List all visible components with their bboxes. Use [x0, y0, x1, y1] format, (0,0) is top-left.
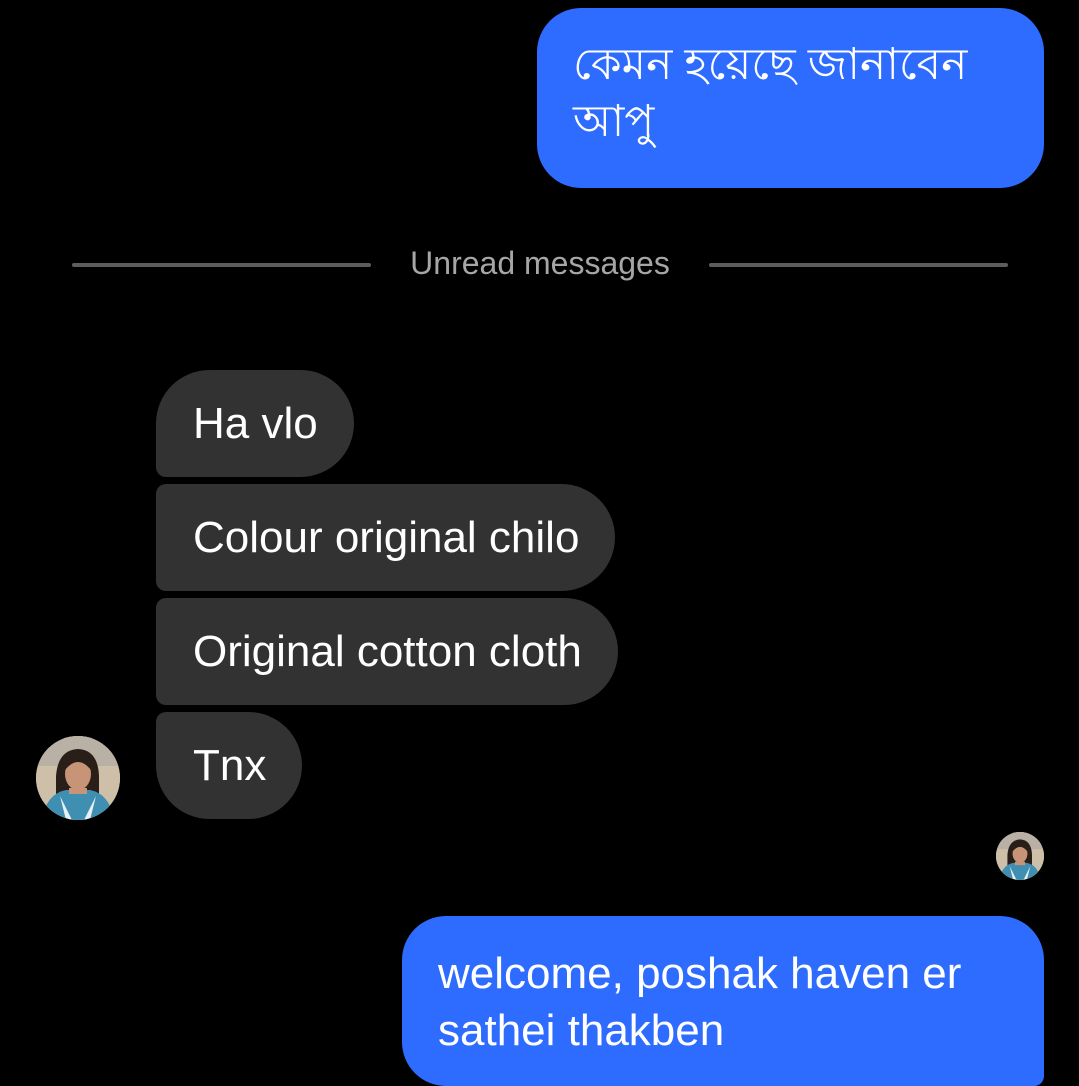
outgoing-message-bubble[interactable]: কেমন হয়েছে জানাবেন আপু — [537, 8, 1044, 188]
message-text-line: আপু — [573, 97, 655, 146]
sender-avatar-icon[interactable] — [36, 736, 120, 820]
incoming-message-bubble[interactable]: Ha vlo — [156, 370, 354, 477]
incoming-message-bubble[interactable]: Tnx — [156, 712, 303, 819]
outgoing-message-bubble[interactable]: welcome, poshak haven er sathei thakben — [402, 916, 1044, 1086]
person-photo-icon — [996, 832, 1044, 880]
incoming-message-bubble[interactable]: Original cotton cloth — [156, 598, 618, 705]
message-text-line: sathei thakben — [438, 1006, 725, 1055]
seen-receipt-avatar-icon — [996, 832, 1044, 880]
incoming-message-bubble[interactable]: Colour original chilo — [156, 484, 616, 591]
message-text-line: কেমন হয়েছে জানাবেন — [573, 40, 968, 89]
person-photo-icon — [36, 736, 120, 820]
divider-line-left — [72, 263, 371, 267]
divider-line-right — [709, 263, 1008, 267]
unread-divider-label: Unread messages — [410, 245, 670, 281]
message-text-line: welcome, poshak haven er — [438, 949, 962, 998]
